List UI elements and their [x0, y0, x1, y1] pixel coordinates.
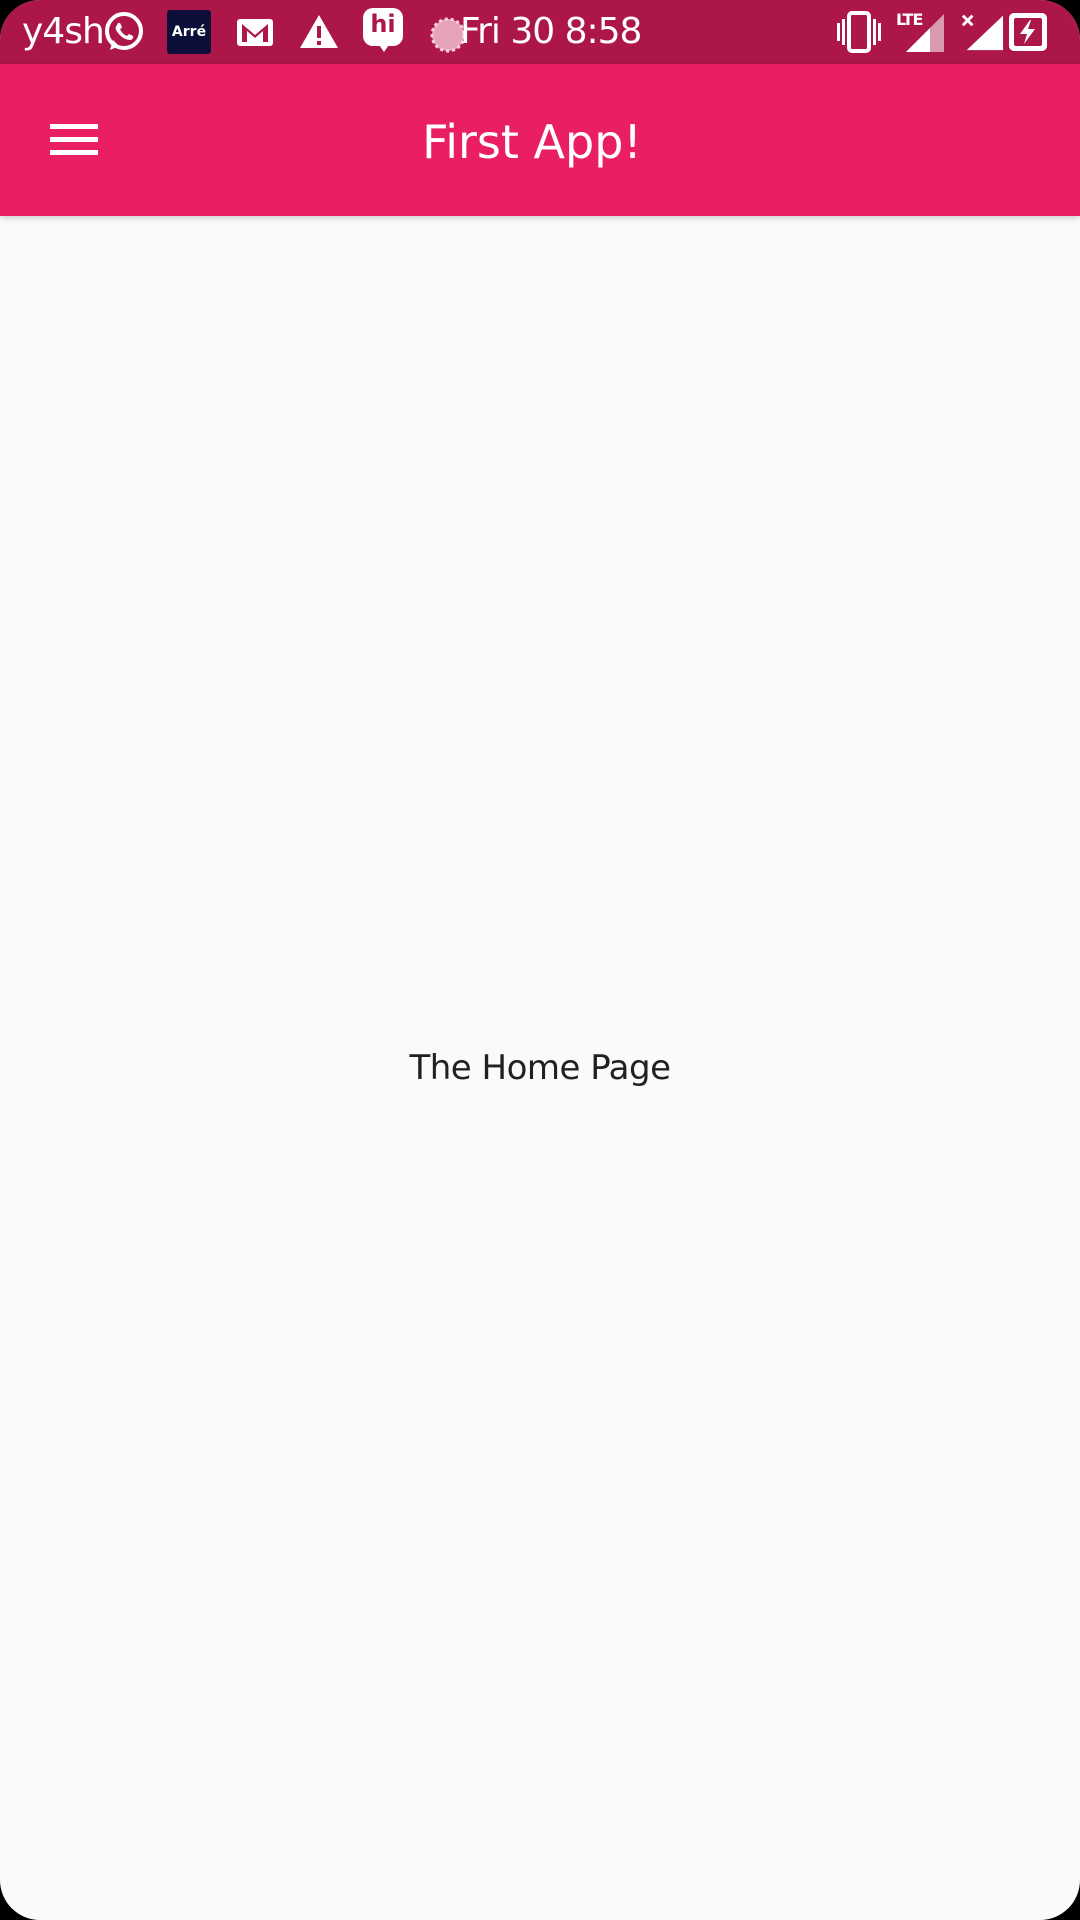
arre-app-label: Arré — [171, 24, 207, 40]
app-title: First App! — [422, 115, 642, 169]
gmail-icon — [237, 19, 273, 46]
status-bar: y4sh Arré hi Fri 30 8:58 LTE — [0, 0, 1080, 64]
status-clock: Fri 30 8:58 — [460, 11, 642, 52]
vibrate-icon — [837, 11, 881, 53]
hike-icon: hi — [363, 8, 405, 52]
home-page-text: The Home Page — [409, 1048, 671, 1088]
warning-icon — [300, 15, 338, 48]
app-screen: y4sh Arré hi Fri 30 8:58 LTE First App! … — [0, 0, 1080, 1920]
app-bar: First App! — [0, 64, 1080, 216]
whatsapp-icon — [105, 12, 143, 50]
home-page-body: The Home Page — [0, 216, 1080, 1920]
arre-app-icon: Arré — [167, 10, 211, 54]
hike-icon-label: hi — [370, 10, 396, 38]
lte-signal-icon: LTE — [896, 8, 946, 54]
battery-charging-icon — [1009, 13, 1047, 51]
carrier-name: y4sh — [22, 11, 105, 52]
no-signal-icon — [961, 14, 1004, 51]
